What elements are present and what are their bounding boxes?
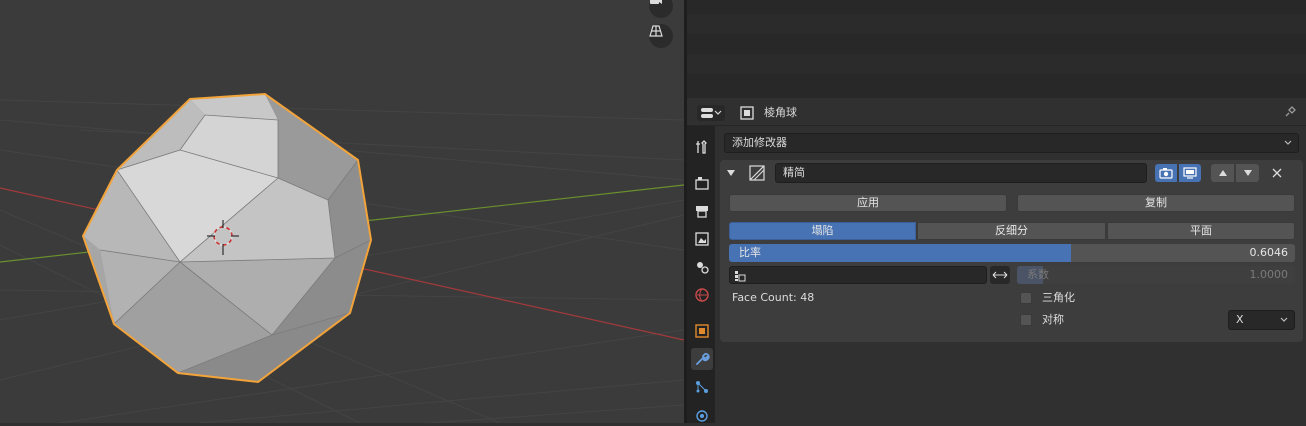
modifier-name-value: 精简 bbox=[783, 166, 805, 179]
vertex-group-field[interactable] bbox=[729, 266, 987, 284]
tab-modifiers[interactable] bbox=[691, 348, 713, 370]
mode-collapse-tab[interactable]: 塌陷 bbox=[729, 222, 916, 240]
perspective-toggle-button[interactable] bbox=[649, 24, 673, 48]
view-layer-icon bbox=[695, 232, 709, 246]
factor-label: 系数 bbox=[1027, 268, 1049, 281]
properties-tab-bar bbox=[687, 126, 715, 423]
ratio-label: 比率 bbox=[739, 246, 761, 259]
mode-planar-tab[interactable]: 平面 bbox=[1107, 222, 1295, 240]
viewport-scene bbox=[0, 92, 684, 423]
render-toggle-button[interactable] bbox=[1155, 164, 1177, 182]
object-name-label: 棱角球 bbox=[764, 106, 797, 119]
object-icon bbox=[740, 106, 754, 120]
outliner[interactable] bbox=[687, 0, 1306, 98]
icosphere-object[interactable] bbox=[81, 92, 373, 384]
ratio-slider-fill bbox=[729, 244, 1072, 262]
outliner-row[interactable] bbox=[687, 74, 1306, 94]
tab-object[interactable] bbox=[691, 320, 713, 342]
move-up-button[interactable] bbox=[1211, 164, 1234, 182]
decimate-icon bbox=[749, 165, 765, 181]
grid-perspective-icon bbox=[649, 25, 663, 37]
pin-icon[interactable] bbox=[1283, 105, 1297, 119]
tab-render[interactable] bbox=[691, 172, 713, 194]
tool-icon bbox=[696, 140, 707, 154]
tab-output[interactable] bbox=[691, 200, 713, 222]
properties-editor-icon bbox=[701, 108, 722, 118]
properties-editor: 棱角球 添加修改器 精简 应用 复制 塌陷 反细分 平面 比率 0.6046 系… bbox=[687, 101, 1306, 423]
tab-particles[interactable] bbox=[691, 376, 713, 398]
symmetry-checkbox[interactable] bbox=[1020, 314, 1032, 326]
scene-icon bbox=[697, 262, 709, 274]
modifier-name-field[interactable]: 精简 bbox=[775, 163, 1147, 183]
add-modifier-label: 添加修改器 bbox=[732, 136, 787, 149]
factor-value: 1.0000 bbox=[1249, 268, 1289, 281]
symmetry-axis-dropdown[interactable]: X bbox=[1228, 310, 1295, 330]
tab-view-layer[interactable] bbox=[691, 228, 713, 250]
chevron-down-icon bbox=[1280, 317, 1288, 322]
arrow-down-icon bbox=[1243, 170, 1252, 176]
symmetry-axis-value: X bbox=[1236, 313, 1244, 326]
move-buttons bbox=[1211, 164, 1259, 182]
factor-field[interactable]: 系数 1.0000 bbox=[1017, 266, 1295, 284]
camera-icon bbox=[650, 0, 662, 4]
apply-button[interactable]: 应用 bbox=[729, 194, 1007, 212]
render-icon bbox=[695, 177, 709, 190]
monitor-icon bbox=[1183, 167, 1197, 179]
outliner-row[interactable] bbox=[687, 34, 1306, 54]
viewport-toggle-button[interactable] bbox=[1179, 164, 1201, 182]
symmetry-label: 对称 bbox=[1042, 313, 1064, 326]
add-modifier-dropdown[interactable]: 添加修改器 bbox=[724, 133, 1299, 153]
collapse-triangle-icon[interactable] bbox=[726, 168, 736, 178]
arrow-up-icon bbox=[1218, 170, 1227, 176]
3d-viewport[interactable] bbox=[0, 0, 684, 423]
editor-type-dropdown[interactable] bbox=[697, 105, 725, 121]
face-count-text: Face Count: 48 bbox=[732, 291, 815, 304]
vertex-group-icon bbox=[735, 271, 746, 282]
output-icon bbox=[696, 206, 708, 218]
camera-render-icon bbox=[1159, 168, 1173, 179]
triangulate-checkbox[interactable] bbox=[1020, 292, 1032, 304]
object-props-icon bbox=[695, 324, 709, 338]
outliner-row[interactable] bbox=[687, 54, 1306, 74]
physics-icon bbox=[696, 410, 708, 422]
world-icon bbox=[695, 288, 709, 302]
ratio-slider[interactable]: 比率 0.6046 bbox=[729, 244, 1295, 262]
tab-scene[interactable] bbox=[691, 256, 713, 278]
mode-unsubdivide-tab[interactable]: 反细分 bbox=[917, 222, 1106, 240]
tab-tool[interactable] bbox=[691, 136, 713, 158]
decimate-modifier-box: 精简 应用 复制 塌陷 反细分 平面 比率 0.6046 系数 1.0000 F… bbox=[720, 160, 1303, 342]
outliner-row[interactable] bbox=[687, 14, 1306, 34]
ratio-value: 0.6046 bbox=[1249, 246, 1289, 259]
invert-vertex-group-button[interactable] bbox=[990, 266, 1010, 284]
wrench-icon bbox=[696, 353, 710, 365]
move-down-button[interactable] bbox=[1236, 164, 1259, 182]
visibility-toggles bbox=[1155, 164, 1201, 182]
close-icon[interactable] bbox=[1272, 168, 1282, 178]
chevron-down-icon bbox=[1284, 140, 1292, 145]
duplicate-button[interactable]: 复制 bbox=[1017, 194, 1295, 212]
double-arrow-icon bbox=[992, 271, 1008, 279]
triangulate-label: 三角化 bbox=[1042, 291, 1075, 304]
modifier-panel: 添加修改器 精简 应用 复制 塌陷 反细分 平面 比率 0.6046 系数 1.… bbox=[717, 126, 1306, 423]
tab-world[interactable] bbox=[691, 284, 713, 306]
particles-icon bbox=[696, 381, 708, 393]
properties-header: 棱角球 bbox=[687, 101, 1306, 126]
